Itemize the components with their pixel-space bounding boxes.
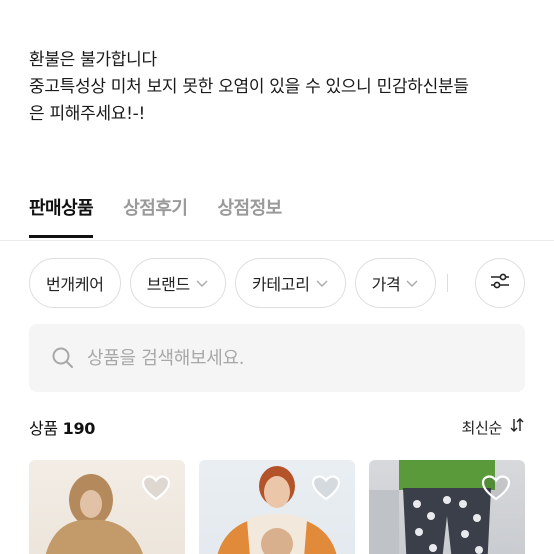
- tab-products[interactable]: 판매상품: [29, 196, 94, 238]
- tab-shop-info[interactable]: 상점정보: [218, 196, 283, 238]
- product-count-label: 상품: [29, 419, 58, 438]
- search-icon: [51, 346, 75, 370]
- heart-outline-icon[interactable]: [141, 474, 171, 502]
- filter-label: 번개케어: [46, 275, 104, 294]
- product-search: [29, 324, 525, 392]
- filter-chips: 번개케어 브랜드 카테고리 가격: [29, 258, 449, 308]
- heart-outline-icon[interactable]: [481, 474, 511, 502]
- notice-line-3: 은 피해주세요!-!: [29, 104, 146, 124]
- product-grid: [29, 460, 525, 554]
- product-card[interactable]: [369, 460, 525, 554]
- product-count-value: 190: [62, 419, 96, 438]
- chevron-down-icon: [405, 276, 419, 290]
- sort-icon: [509, 417, 525, 437]
- list-header: 상품 190 최신순: [29, 415, 525, 439]
- filter-bungae-care[interactable]: 번개케어: [29, 258, 121, 308]
- notice-line-2: 중고특성상 미처 보지 못한 오염이 있을 수 있으니 민감하신분들: [29, 77, 469, 97]
- shop-notice: 환불은 불가합니다 중고특성상 미처 보지 못한 오염이 있을 수 있으니 민감…: [29, 47, 529, 128]
- sort-button[interactable]: 최신순: [461, 417, 525, 438]
- filter-category[interactable]: 카테고리: [234, 258, 346, 308]
- filter-label: 가격: [371, 275, 401, 294]
- chevron-down-icon: [315, 276, 329, 290]
- filter-label: 브랜드: [146, 275, 191, 294]
- product-count: 상품 190: [29, 415, 95, 439]
- sort-label: 최신순: [461, 418, 502, 437]
- filter-brand[interactable]: 브랜드: [129, 258, 226, 308]
- tab-divider: [0, 240, 554, 241]
- shop-tabs: 판매상품 상점후기 상점정보: [29, 196, 282, 238]
- filter-label: 카테고리: [251, 275, 310, 294]
- search-input[interactable]: [87, 347, 487, 369]
- tab-reviews[interactable]: 상점후기: [123, 196, 188, 238]
- sliders-icon: [489, 270, 511, 296]
- filter-settings-button[interactable]: [475, 258, 525, 308]
- filter-price[interactable]: 가격: [354, 258, 437, 308]
- chevron-down-icon: [195, 276, 209, 290]
- notice-line-1: 환불은 불가합니다: [29, 50, 157, 70]
- heart-outline-icon[interactable]: [311, 474, 341, 502]
- chip-divider: [447, 274, 449, 292]
- product-card[interactable]: [199, 460, 355, 554]
- product-card[interactable]: [29, 460, 185, 554]
